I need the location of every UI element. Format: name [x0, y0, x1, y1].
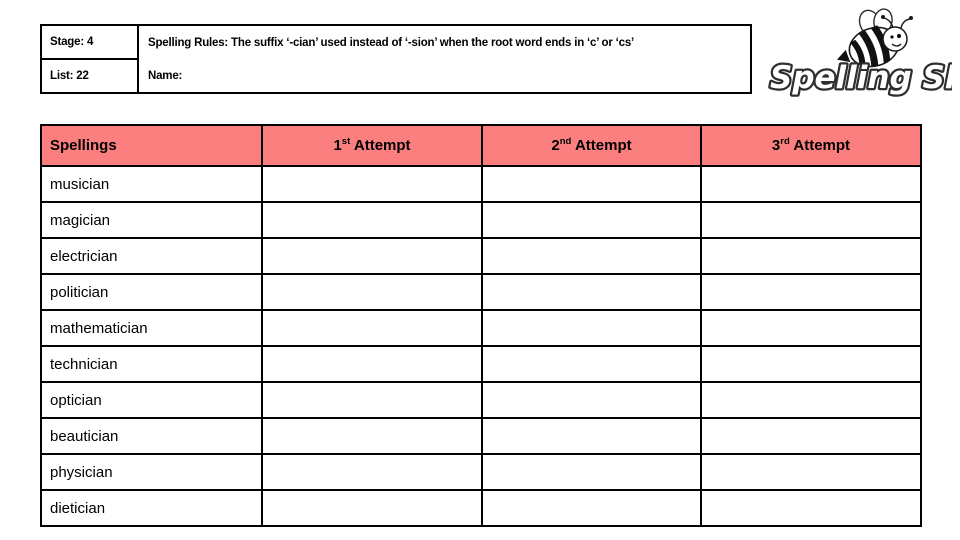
attempt-1-entry-cell[interactable]: [261, 165, 483, 203]
attempt-3-entry-cell[interactable]: [700, 417, 922, 455]
attempt-1-entry-cell[interactable]: [261, 201, 483, 239]
table-row: politician: [40, 273, 922, 311]
attempt-3-entry-cell[interactable]: [700, 489, 922, 527]
attempt-1-entry-cell[interactable]: [261, 309, 483, 347]
spelling-word-cell: physician: [40, 453, 263, 491]
attempt-1-entry-cell[interactable]: [261, 453, 483, 491]
attempt-3-entry-cell[interactable]: [700, 237, 922, 275]
attempt-2-entry-cell[interactable]: [481, 201, 702, 239]
spelling-word-cell: electrician: [40, 237, 263, 275]
attempt-2-entry-cell[interactable]: [481, 273, 702, 311]
attempt-2-entry-cell[interactable]: [481, 165, 702, 203]
ordinal-suffix-1: st: [341, 136, 351, 147]
attempt-1-entry-cell[interactable]: [261, 237, 483, 275]
table-body: musician magician electrician politician mat…: [40, 165, 922, 527]
table-row: technician: [40, 345, 922, 383]
attempt-3-entry-cell[interactable]: [700, 273, 922, 311]
spelling-rules-label: Spelling Rules: The suffix ‘-cian’ used …: [148, 36, 635, 49]
worksheet-info-box: Stage: 4 List: 22 Spelling Rules: The su…: [40, 24, 752, 94]
spelling-word-cell: dietician: [40, 489, 263, 527]
info-right-column: Spelling Rules: The suffix ‘-cian’ used …: [139, 26, 750, 92]
attempt-2-entry-cell[interactable]: [481, 417, 702, 455]
attempt-2-entry-cell[interactable]: [481, 381, 702, 419]
attempt-3-entry-cell[interactable]: [700, 309, 922, 347]
table-row: mathematician: [40, 309, 922, 347]
attempt-3-entry-cell[interactable]: [700, 165, 922, 203]
attempt-1-entry-cell[interactable]: [261, 345, 483, 383]
spelling-shed-logo: Spelling Shed: [766, 6, 952, 98]
attempt-1-entry-cell[interactable]: [261, 381, 483, 419]
spellings-table: Spellings 1st Attempt 2nd Attempt 3rd At…: [40, 124, 922, 527]
stage-label: Stage: 4: [42, 26, 137, 60]
attempt-2-entry-cell[interactable]: [481, 453, 702, 491]
table-row: beautician: [40, 417, 922, 455]
attempt-2-entry-cell[interactable]: [481, 489, 702, 527]
ordinal-suffix-2: nd: [559, 136, 572, 147]
attempt-label-3: Attempt: [793, 137, 851, 154]
column-header-attempt-3: 3rd Attempt: [700, 124, 922, 167]
table-row: optician: [40, 381, 922, 419]
attempt-label-2: Attempt: [574, 137, 632, 154]
table-row: musician: [40, 165, 922, 203]
spelling-word-cell: beautician: [40, 417, 263, 455]
table-row: magician: [40, 201, 922, 239]
logo-wordmark: Spelling Shed: [770, 60, 952, 96]
column-header-attempt-2: 2nd Attempt: [481, 124, 702, 167]
attempt-1-entry-cell[interactable]: [261, 273, 483, 311]
info-left-column: Stage: 4 List: 22: [42, 26, 139, 92]
spelling-word-cell: politician: [40, 273, 263, 311]
name-field-label: Name:: [148, 69, 183, 82]
table-header-row: Spellings 1st Attempt 2nd Attempt 3rd At…: [40, 124, 922, 167]
attempt-1-entry-cell[interactable]: [261, 417, 483, 455]
ordinal-number-1: 1: [333, 137, 342, 154]
attempt-2-entry-cell[interactable]: [481, 309, 702, 347]
attempt-1-entry-cell[interactable]: [261, 489, 483, 527]
attempt-3-entry-cell[interactable]: [700, 201, 922, 239]
table-row: dietician: [40, 489, 922, 527]
attempt-3-entry-cell[interactable]: [700, 381, 922, 419]
attempt-3-entry-cell[interactable]: [700, 345, 922, 383]
ordinal-number-2: 2: [551, 137, 560, 154]
column-header-spellings: Spellings: [40, 124, 263, 167]
ordinal-number-3: 3: [771, 137, 781, 154]
list-label: List: 22: [50, 70, 89, 82]
spelling-word-cell: optician: [40, 381, 263, 419]
spelling-word-cell: technician: [40, 345, 263, 383]
table-row: physician: [40, 453, 922, 491]
attempt-label-1: Attempt: [353, 137, 411, 154]
attempt-2-entry-cell[interactable]: [481, 345, 702, 383]
attempt-2-entry-cell[interactable]: [481, 237, 702, 275]
attempt-3-entry-cell[interactable]: [700, 453, 922, 491]
spelling-word-cell: musician: [40, 165, 263, 203]
spelling-word-cell: magician: [40, 201, 263, 239]
ordinal-suffix-3: rd: [780, 136, 790, 147]
column-header-attempt-1: 1st Attempt: [261, 124, 483, 167]
spelling-word-cell: mathematician: [40, 309, 263, 347]
table-row: electrician: [40, 237, 922, 275]
